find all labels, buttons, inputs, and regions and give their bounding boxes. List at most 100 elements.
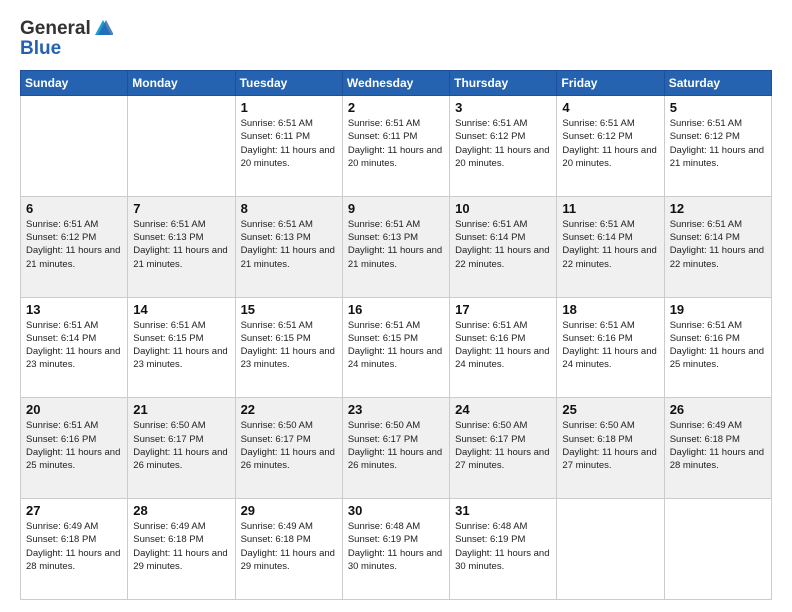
day-info: Sunrise: 6:50 AM Sunset: 6:17 PM Dayligh… — [241, 419, 337, 472]
table-row — [557, 499, 664, 600]
day-info: Sunrise: 6:51 AM Sunset: 6:12 PM Dayligh… — [562, 117, 658, 170]
header: General Blue — [20, 18, 772, 60]
table-row: 23Sunrise: 6:50 AM Sunset: 6:17 PM Dayli… — [342, 398, 449, 499]
table-row: 27 Sunrise: 6:49 AM Sunset: 6:18 PM Dayli… — [21, 499, 128, 600]
table-row: 4Sunrise: 6:51 AM Sunset: 6:12 PM Daylig… — [557, 96, 664, 197]
table-row: 20Sunrise: 6:51 AM Sunset: 6:16 PM Dayli… — [21, 398, 128, 499]
day-info: Sunrise: 6:51 AM Sunset: 6:14 PM Dayligh… — [670, 218, 766, 271]
day-info: Sunrise: 6:49 AM Sunset: 6:18 PM Dayligh… — [26, 520, 122, 573]
day-info: Sunrise: 6:51 AM Sunset: 6:14 PM Dayligh… — [562, 218, 658, 271]
day-number: 14 — [133, 302, 229, 317]
table-row: 13 Sunrise: 6:51 AM Sunset: 6:14 PM Dayli… — [21, 297, 128, 398]
day-info: Sunrise: 6:51 AM Sunset: 6:12 PM Dayligh… — [26, 218, 122, 271]
calendar-table: Sunday Monday Tuesday Wednesday Thursday… — [20, 70, 772, 600]
day-number: 20 — [26, 402, 122, 417]
day-info: Sunrise: 6:50 AM Sunset: 6:17 PM Dayligh… — [455, 419, 551, 472]
table-row: 10 Sunrise: 6:51 AM Sunset: 6:14 PM Dayli… — [450, 196, 557, 297]
day-number: 27 — [26, 503, 122, 518]
table-row: 22Sunrise: 6:50 AM Sunset: 6:17 PM Dayli… — [235, 398, 342, 499]
col-monday: Monday — [128, 71, 235, 96]
day-info: Sunrise: 6:51 AM Sunset: 6:12 PM Dayligh… — [670, 117, 766, 170]
day-number: 23 — [348, 402, 444, 417]
day-info: Sunrise: 6:51 AM Sunset: 6:11 PM Dayligh… — [241, 117, 337, 170]
day-number: 10 — [455, 201, 551, 216]
day-info: Sunrise: 6:51 AM Sunset: 6:13 PM Dayligh… — [348, 218, 444, 271]
day-info: Sunrise: 6:51 AM Sunset: 6:16 PM Dayligh… — [670, 319, 766, 372]
col-sunday: Sunday — [21, 71, 128, 96]
page: General Blue Sunday Monday Tuesday Wedne… — [0, 0, 792, 612]
calendar-week-row: 20Sunrise: 6:51 AM Sunset: 6:16 PM Dayli… — [21, 398, 772, 499]
day-number: 31 — [455, 503, 551, 518]
table-row: 25Sunrise: 6:50 AM Sunset: 6:18 PM Dayli… — [557, 398, 664, 499]
table-row: 21Sunrise: 6:50 AM Sunset: 6:17 PM Dayli… — [128, 398, 235, 499]
col-wednesday: Wednesday — [342, 71, 449, 96]
day-number: 28 — [133, 503, 229, 518]
day-info: Sunrise: 6:48 AM Sunset: 6:19 PM Dayligh… — [455, 520, 551, 573]
day-info: Sunrise: 6:51 AM Sunset: 6:11 PM Dayligh… — [348, 117, 444, 170]
day-number: 3 — [455, 100, 551, 115]
table-row: 3 Sunrise: 6:51 AM Sunset: 6:12 PM Daylig… — [450, 96, 557, 197]
table-row: 17 Sunrise: 6:51 AM Sunset: 6:16 PM Dayli… — [450, 297, 557, 398]
table-row: 15 Sunrise: 6:51 AM Sunset: 6:15 PM Dayli… — [235, 297, 342, 398]
table-row: 28Sunrise: 6:49 AM Sunset: 6:18 PM Dayli… — [128, 499, 235, 600]
table-row: 24 Sunrise: 6:50 AM Sunset: 6:17 PM Dayli… — [450, 398, 557, 499]
calendar-week-row: 13 Sunrise: 6:51 AM Sunset: 6:14 PM Dayli… — [21, 297, 772, 398]
day-info: Sunrise: 6:51 AM Sunset: 6:15 PM Dayligh… — [348, 319, 444, 372]
table-row: 2 Sunrise: 6:51 AM Sunset: 6:11 PM Daylig… — [342, 96, 449, 197]
day-info: Sunrise: 6:51 AM Sunset: 6:14 PM Dayligh… — [455, 218, 551, 271]
day-number: 2 — [348, 100, 444, 115]
day-number: 19 — [670, 302, 766, 317]
day-number: 6 — [26, 201, 122, 216]
calendar-week-row: 6 Sunrise: 6:51 AM Sunset: 6:12 PM Daylig… — [21, 196, 772, 297]
day-number: 9 — [348, 201, 444, 216]
table-row: 5Sunrise: 6:51 AM Sunset: 6:12 PM Daylig… — [664, 96, 771, 197]
calendar-week-row: 1 Sunrise: 6:51 AM Sunset: 6:11 PM Daylig… — [21, 96, 772, 197]
day-info: Sunrise: 6:49 AM Sunset: 6:18 PM Dayligh… — [670, 419, 766, 472]
table-row: 16Sunrise: 6:51 AM Sunset: 6:15 PM Dayli… — [342, 297, 449, 398]
calendar-week-row: 27 Sunrise: 6:49 AM Sunset: 6:18 PM Dayli… — [21, 499, 772, 600]
table-row: 7Sunrise: 6:51 AM Sunset: 6:13 PM Daylig… — [128, 196, 235, 297]
table-row: 29Sunrise: 6:49 AM Sunset: 6:18 PM Dayli… — [235, 499, 342, 600]
day-info: Sunrise: 6:51 AM Sunset: 6:16 PM Dayligh… — [455, 319, 551, 372]
day-number: 12 — [670, 201, 766, 216]
day-info: Sunrise: 6:51 AM Sunset: 6:13 PM Dayligh… — [133, 218, 229, 271]
day-info: Sunrise: 6:51 AM Sunset: 6:12 PM Dayligh… — [455, 117, 551, 170]
day-number: 24 — [455, 402, 551, 417]
table-row: 19 Sunrise: 6:51 AM Sunset: 6:16 PM Dayli… — [664, 297, 771, 398]
logo-blue: Blue — [20, 38, 61, 60]
day-number: 25 — [562, 402, 658, 417]
day-number: 30 — [348, 503, 444, 518]
table-row: 12 Sunrise: 6:51 AM Sunset: 6:14 PM Dayli… — [664, 196, 771, 297]
day-info: Sunrise: 6:51 AM Sunset: 6:16 PM Dayligh… — [562, 319, 658, 372]
day-info: Sunrise: 6:51 AM Sunset: 6:14 PM Dayligh… — [26, 319, 122, 372]
day-info: Sunrise: 6:51 AM Sunset: 6:15 PM Dayligh… — [241, 319, 337, 372]
day-info: Sunrise: 6:50 AM Sunset: 6:17 PM Dayligh… — [133, 419, 229, 472]
table-row: 26Sunrise: 6:49 AM Sunset: 6:18 PM Dayli… — [664, 398, 771, 499]
logo: General Blue — [20, 18, 113, 60]
day-number: 11 — [562, 201, 658, 216]
day-info: Sunrise: 6:48 AM Sunset: 6:19 PM Dayligh… — [348, 520, 444, 573]
table-row: 8Sunrise: 6:51 AM Sunset: 6:13 PM Daylig… — [235, 196, 342, 297]
day-info: Sunrise: 6:51 AM Sunset: 6:15 PM Dayligh… — [133, 319, 229, 372]
col-tuesday: Tuesday — [235, 71, 342, 96]
day-number: 18 — [562, 302, 658, 317]
table-row — [21, 96, 128, 197]
table-row: 14 Sunrise: 6:51 AM Sunset: 6:15 PM Dayli… — [128, 297, 235, 398]
day-number: 29 — [241, 503, 337, 518]
day-number: 8 — [241, 201, 337, 216]
col-friday: Friday — [557, 71, 664, 96]
table-row: 30 Sunrise: 6:48 AM Sunset: 6:19 PM Dayli… — [342, 499, 449, 600]
table-row: 31 Sunrise: 6:48 AM Sunset: 6:19 PM Dayli… — [450, 499, 557, 600]
calendar-body: 1 Sunrise: 6:51 AM Sunset: 6:11 PM Daylig… — [21, 96, 772, 600]
day-number: 15 — [241, 302, 337, 317]
header-row: Sunday Monday Tuesday Wednesday Thursday… — [21, 71, 772, 96]
table-row — [128, 96, 235, 197]
day-number: 13 — [26, 302, 122, 317]
logo-general: General — [20, 18, 91, 40]
day-number: 1 — [241, 100, 337, 115]
day-number: 17 — [455, 302, 551, 317]
table-row: 11 Sunrise: 6:51 AM Sunset: 6:14 PM Dayli… — [557, 196, 664, 297]
logo-icon — [93, 18, 113, 38]
table-row: 1 Sunrise: 6:51 AM Sunset: 6:11 PM Daylig… — [235, 96, 342, 197]
table-row: 9 Sunrise: 6:51 AM Sunset: 6:13 PM Daylig… — [342, 196, 449, 297]
